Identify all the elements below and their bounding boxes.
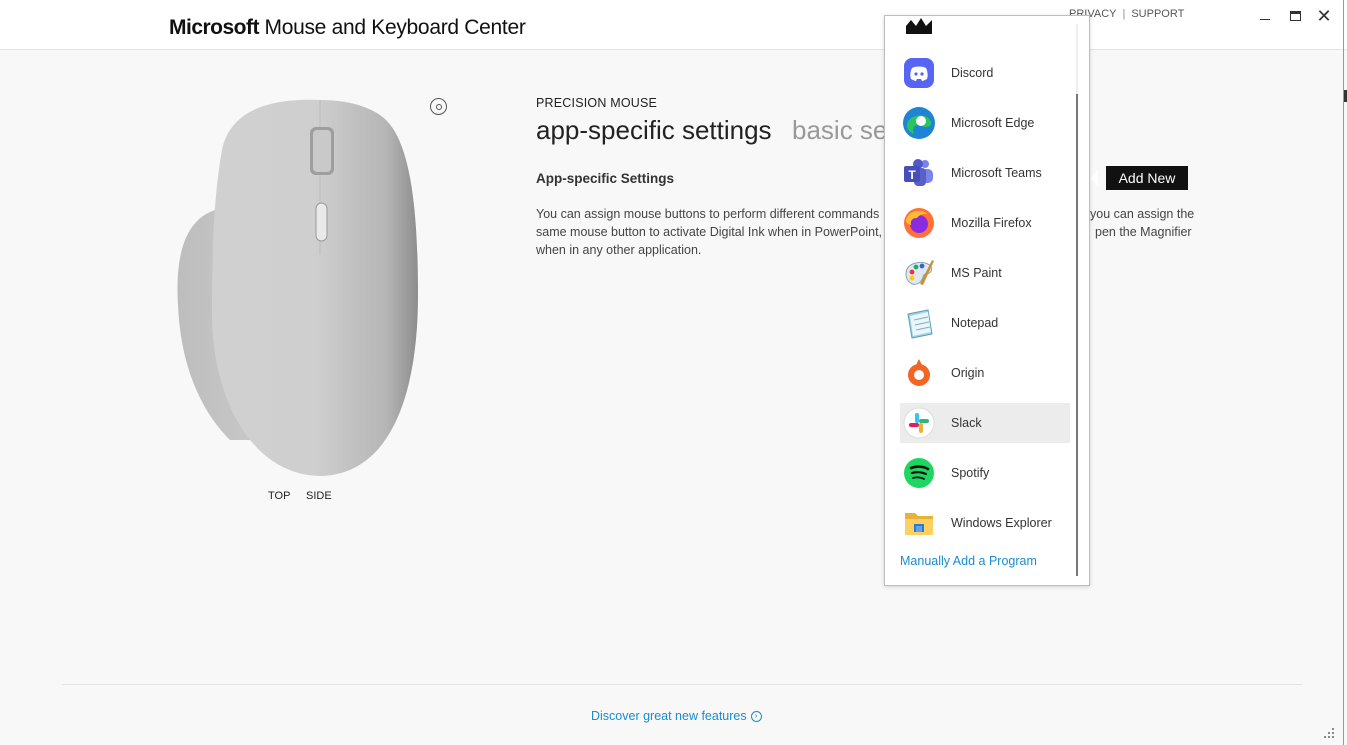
tab-basic-settings[interactable]: basic se	[792, 115, 884, 146]
window-edge	[1343, 0, 1344, 745]
mouse-image	[177, 99, 418, 476]
scrollbar-thumb[interactable]	[1076, 94, 1078, 576]
description-line-1: You can assign mouse buttons to perform …	[536, 207, 880, 221]
notepad-icon	[902, 306, 936, 340]
discover-features-link[interactable]: Discover great new features ›	[591, 709, 762, 723]
app-icon	[902, 16, 936, 43]
app-item-label: Microsoft Teams	[951, 166, 1042, 180]
app-item-label: Microsoft Edge	[951, 116, 1035, 130]
brand-microsoft: Microsoft	[169, 16, 260, 39]
app-item-notepad[interactable]: Notepad	[900, 303, 1070, 343]
support-link[interactable]: SUPPORT	[1131, 8, 1184, 20]
app-item-ms-paint[interactable]: MS Paint	[900, 253, 1070, 293]
section-title: App-specific Settings	[536, 171, 675, 186]
app-item-microsoft-edge[interactable]: Microsoft Edge	[900, 103, 1070, 143]
rotate-view-icon-center	[435, 103, 442, 110]
teams-icon: T	[902, 156, 936, 190]
app-item-mozilla-firefox[interactable]: Mozilla Firefox	[900, 203, 1070, 243]
close-button[interactable]: ✕	[1313, 5, 1335, 27]
title-bar: Microsoft Mouse and Keyboard Center PRIV…	[0, 0, 1347, 50]
close-icon: ✕	[1316, 5, 1332, 26]
app-item-label: MS Paint	[951, 266, 1002, 280]
app-item-label: Mozilla Firefox	[951, 216, 1032, 230]
resize-grip-icon[interactable]	[1322, 726, 1336, 740]
origin-icon	[902, 356, 936, 390]
app-item-microsoft-teams[interactable]: T Microsoft Teams	[900, 153, 1070, 193]
view-side-tab[interactable]: SIDE	[306, 490, 332, 502]
app-title: Microsoft Mouse and Keyboard Center	[169, 16, 526, 40]
footer-divider	[62, 684, 1302, 685]
app-item-label: Slack	[951, 416, 982, 430]
app-item-windows-explorer[interactable]: Windows Explorer	[900, 503, 1070, 543]
app-item-label: Notepad	[951, 316, 999, 330]
app-item-label: Discord	[951, 66, 994, 80]
maximize-icon	[1289, 11, 1301, 21]
paint-icon	[902, 256, 936, 290]
view-top-tab[interactable]: TOP	[268, 490, 290, 502]
app-picker-dropdown[interactable]: Discord Microsoft Edge T Microsoft Teams…	[884, 15, 1090, 586]
maximize-button[interactable]	[1284, 5, 1306, 27]
slack-icon	[902, 406, 936, 440]
app-item-label: Origin	[951, 366, 985, 380]
link-separator: |	[1122, 8, 1126, 20]
description-line-2-tail: pen the Magnifier	[1095, 225, 1192, 239]
manually-add-program-link[interactable]: Manually Add a Program	[900, 554, 1037, 568]
add-new-button[interactable]: Add New	[1106, 166, 1188, 190]
mouse-illustration	[170, 95, 430, 485]
svg-text:T: T	[908, 168, 916, 182]
tab-app-specific-settings[interactable]: app-specific settings	[536, 115, 772, 146]
app-item-slack[interactable]: Slack	[900, 403, 1070, 443]
description-line-2: same mouse button to activate Digital In…	[536, 225, 883, 239]
discord-icon	[902, 56, 936, 90]
edge-icon	[902, 106, 936, 140]
app-item-partial[interactable]	[900, 16, 1070, 46]
app-item-label: Spotify	[951, 466, 990, 480]
description-line-3: when in any other application.	[536, 243, 702, 257]
app-item-label: Windows Explorer	[951, 516, 1052, 530]
rotate-view-icon[interactable]	[430, 98, 447, 115]
chevron-right-icon: ›	[750, 710, 762, 722]
minimize-button[interactable]	[1254, 5, 1276, 27]
device-name: PRECISION MOUSE	[536, 96, 658, 110]
app-item-spotify[interactable]: Spotify	[900, 453, 1070, 493]
minimize-icon	[1260, 18, 1270, 20]
spotify-icon	[902, 456, 936, 490]
discover-features-label: Discover great new features	[591, 709, 747, 723]
app-item-origin[interactable]: Origin	[900, 353, 1070, 393]
app-item-discord[interactable]: Discord	[900, 53, 1070, 93]
firefox-icon	[902, 206, 936, 240]
description-line-1-tail: you can assign the	[1090, 207, 1195, 221]
brand-product: Mouse and Keyboard Center	[259, 16, 526, 39]
folder-icon	[902, 506, 936, 540]
add-new-pointer	[1090, 170, 1098, 186]
